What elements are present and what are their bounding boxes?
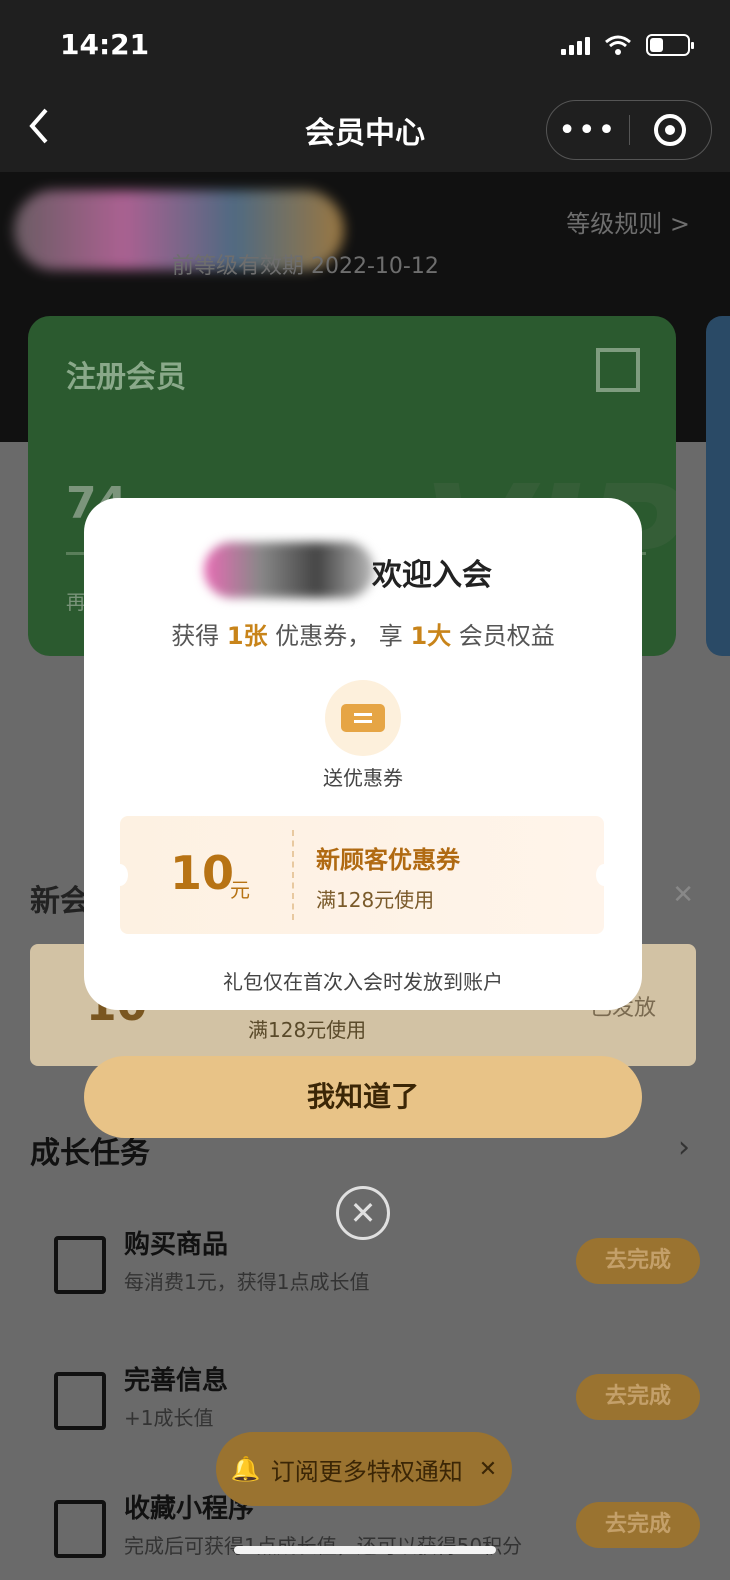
- status-icons: [561, 34, 694, 56]
- gift-label: 送优惠券: [323, 766, 403, 790]
- coupon-gift-icon: [325, 680, 401, 756]
- level-rules-link[interactable]: 等级规则 >: [566, 204, 690, 239]
- bg-coupon-condition: 满128元使用: [248, 1018, 367, 1042]
- task-go-button[interactable]: 去完成: [576, 1238, 700, 1284]
- more-dots-icon: •••: [558, 112, 618, 148]
- target-icon: [654, 114, 687, 146]
- coupon-unit: 元: [230, 878, 250, 902]
- close-icon[interactable]: ✕: [479, 1457, 497, 1482]
- task-go-button[interactable]: 去完成: [576, 1502, 700, 1548]
- welcome-subtitle: 获得 1张 优惠券， 享 1大 会员权益: [171, 622, 555, 650]
- gift-footnote: 礼包仅在首次入会时发放到账户: [223, 970, 503, 994]
- new-member-section-title: 新会: [30, 884, 90, 919]
- task-desc: 每消费1元，获得1点成长值: [124, 1270, 370, 1294]
- task-desc: +1成长值: [124, 1406, 214, 1430]
- level-validity: 前等级有效期 2022-10-12: [172, 254, 439, 279]
- subscribe-notice-button[interactable]: 🔔 订阅更多特权通知 ✕: [216, 1432, 512, 1506]
- more-button[interactable]: •••: [547, 113, 629, 148]
- task-name: 购买商品: [124, 1230, 229, 1260]
- welcome-modal: 欢迎入会 获得 1张 优惠券， 享 1大 会员权益 送优惠券 10 元 新顾客优…: [84, 498, 642, 1010]
- coupon-card: 10 元 新顾客优惠券 满128元使用: [112, 816, 612, 934]
- bookmark-star-icon: [54, 1500, 106, 1558]
- coupon-divider: [292, 830, 294, 920]
- qr-code-icon[interactable]: [596, 348, 640, 392]
- shopping-bag-icon: [54, 1236, 106, 1294]
- task-go-button[interactable]: 去完成: [576, 1374, 700, 1420]
- coupon-condition: 满128元使用: [316, 888, 435, 912]
- chevron-right-icon[interactable]: ›: [678, 1130, 690, 1165]
- signal-icon: [561, 35, 590, 55]
- coupon-amount: 10: [170, 846, 235, 900]
- close-mini-program-button[interactable]: [630, 114, 712, 146]
- coupon-name: 新顾客优惠券: [316, 846, 460, 874]
- welcome-title: 欢迎入会: [372, 558, 492, 593]
- task-name: 完善信息: [124, 1366, 229, 1396]
- profile-form-icon: [54, 1372, 106, 1430]
- coupon-notch-right: [596, 864, 612, 886]
- home-indicator: [234, 1546, 496, 1554]
- coupon-notch-left: [112, 864, 128, 886]
- close-icon[interactable]: ✕: [672, 880, 694, 910]
- card-title: 注册会员: [66, 360, 186, 395]
- battery-icon: [646, 34, 694, 56]
- blurred-store-name: [204, 542, 374, 598]
- mini-program-capsule: •••: [546, 100, 712, 160]
- modal-close-button[interactable]: ✕: [336, 1186, 390, 1240]
- next-card-peek[interactable]: [706, 316, 730, 656]
- subscribe-text: 订阅更多特权通知: [270, 1457, 463, 1486]
- battery-fill: [650, 38, 663, 52]
- card-hint: 再: [66, 590, 86, 614]
- wifi-icon: [605, 35, 631, 55]
- close-icon: ✕: [349, 1194, 377, 1232]
- got-it-button[interactable]: 我知道了: [84, 1056, 642, 1138]
- bell-icon: 🔔: [230, 1455, 261, 1483]
- status-time: 14:21: [60, 28, 150, 61]
- top-bar: 14:21 会员中心 •••: [0, 0, 730, 172]
